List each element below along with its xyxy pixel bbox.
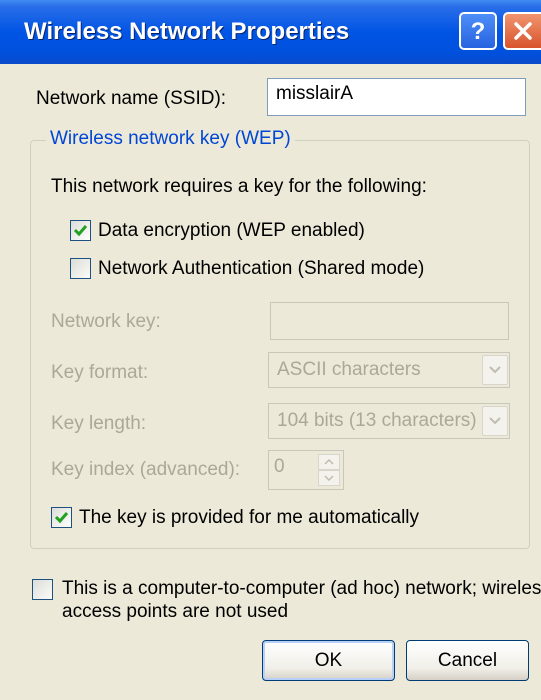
help-icon: ? [468, 18, 488, 44]
ok-button[interactable]: OK [262, 640, 395, 681]
checkmark-icon [73, 225, 88, 237]
wep-group-title: Wireless network key (WEP) [46, 128, 295, 150]
auto-key-checkbox[interactable] [51, 507, 72, 528]
ssid-input[interactable]: misslairA [267, 78, 526, 116]
data-encryption-checkbox[interactable] [70, 220, 91, 241]
window-title: Wireless Network Properties [24, 18, 350, 45]
close-button[interactable] [503, 12, 541, 50]
key-length-label: Key length: [51, 413, 147, 434]
key-index-value: 0 [274, 456, 285, 477]
chevron-down-icon [324, 475, 334, 481]
network-key-label: Network key: [51, 311, 161, 332]
key-length-value: 104 bits (13 characters) [277, 410, 477, 431]
key-index-label: Key index (advanced): [51, 459, 241, 480]
close-icon [513, 21, 533, 41]
chevron-down-icon [489, 417, 501, 425]
adhoc-checkbox[interactable] [32, 579, 53, 600]
data-encryption-label[interactable]: Data encryption (WEP enabled) [98, 220, 365, 242]
key-length-dropdown-button[interactable] [482, 406, 508, 436]
key-index-up-button[interactable] [318, 454, 340, 470]
key-format-value: ASCII characters [277, 359, 421, 380]
adhoc-label-line1[interactable]: This is a computer-to-computer (ad hoc) … [62, 578, 541, 600]
key-format-dropdown-button[interactable] [482, 355, 508, 385]
key-length-select[interactable]: 104 bits (13 characters) [268, 403, 510, 439]
adhoc-label-line2[interactable]: access points are not used [62, 601, 288, 623]
network-auth-label[interactable]: Network Authentication (Shared mode) [98, 258, 424, 280]
requires-text: This network requires a key for the foll… [51, 176, 427, 197]
network-key-input[interactable] [270, 302, 509, 340]
auto-key-label[interactable]: The key is provided for me automatically [79, 507, 419, 529]
ssid-label: Network name (SSID): [36, 88, 227, 109]
chevron-up-icon [324, 459, 334, 465]
checkmark-icon [54, 512, 69, 524]
key-format-label: Key format: [51, 362, 149, 383]
cancel-button[interactable]: Cancel [406, 640, 529, 681]
svg-text:?: ? [471, 18, 486, 44]
chevron-down-icon [489, 366, 501, 374]
help-button[interactable]: ? [459, 12, 497, 50]
key-format-select[interactable]: ASCII characters [268, 352, 510, 388]
network-auth-checkbox[interactable] [70, 258, 91, 279]
key-index-down-button[interactable] [318, 470, 340, 486]
title-bar[interactable]: Wireless Network Properties ? [0, 0, 541, 64]
